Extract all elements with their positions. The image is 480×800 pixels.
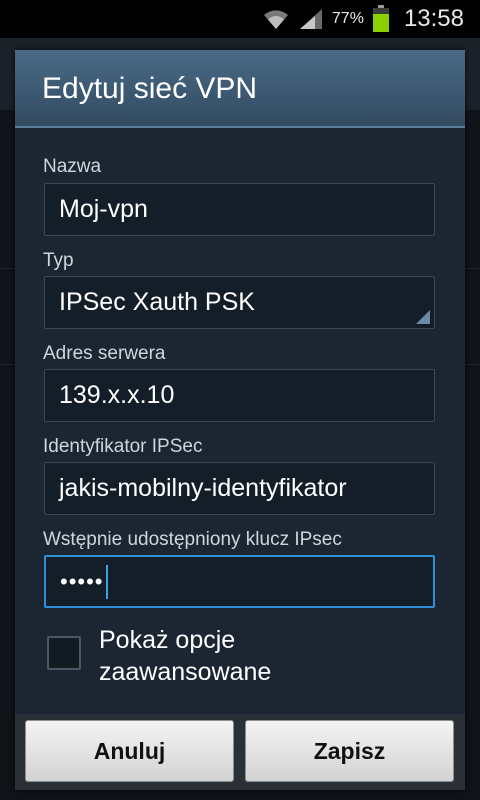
psk-value: ••••• [60,568,104,594]
name-field[interactable]: Moj-vpn [44,183,435,236]
server-address-field[interactable]: 139.x.x.10 [44,369,435,422]
signal-icon [298,7,324,31]
status-time: 13:58 [403,5,464,32]
dialog-title: Edytuj sieć VPN [42,72,258,105]
server-value: 139.x.x.10 [59,381,175,409]
ipsec-id-field[interactable]: jakis-mobilny-identyfikator [44,462,435,515]
type-value: IPSec Xauth PSK [59,288,255,316]
ipsec-id-label: Identyfikator IPSec [43,436,203,457]
name-label: Nazwa [43,156,102,177]
name-value: Moj-vpn [59,195,148,223]
text-cursor [105,564,108,599]
save-button[interactable]: Zapisz [245,720,454,782]
wifi-icon [262,7,290,31]
advanced-options-label[interactable]: Pokaż opcje zaawansowane [99,624,399,688]
type-label: Typ [43,250,74,271]
type-select[interactable]: IPSec Xauth PSK [44,276,435,329]
battery-percent: 77% [331,10,364,27]
psk-label: Wstępnie udostępniony klucz IPsec [43,529,342,550]
status-bar: 77% 13:58 [0,0,480,38]
server-label: Adres serwera [43,343,166,364]
dropdown-arrow-icon [416,310,430,324]
psk-field[interactable]: ••••• [44,555,435,608]
advanced-options-checkbox[interactable] [47,636,81,670]
edit-vpn-dialog: Edytuj sieć VPN Nazwa Moj-vpn Typ IPSec … [15,50,465,790]
battery-icon [372,5,390,33]
ipsec-id-value: jakis-mobilny-identyfikator [59,474,347,502]
dialog-header: Edytuj sieć VPN [15,50,465,128]
cancel-button[interactable]: Anuluj [25,720,234,782]
dialog-footer: Anuluj Zapisz [15,714,465,790]
